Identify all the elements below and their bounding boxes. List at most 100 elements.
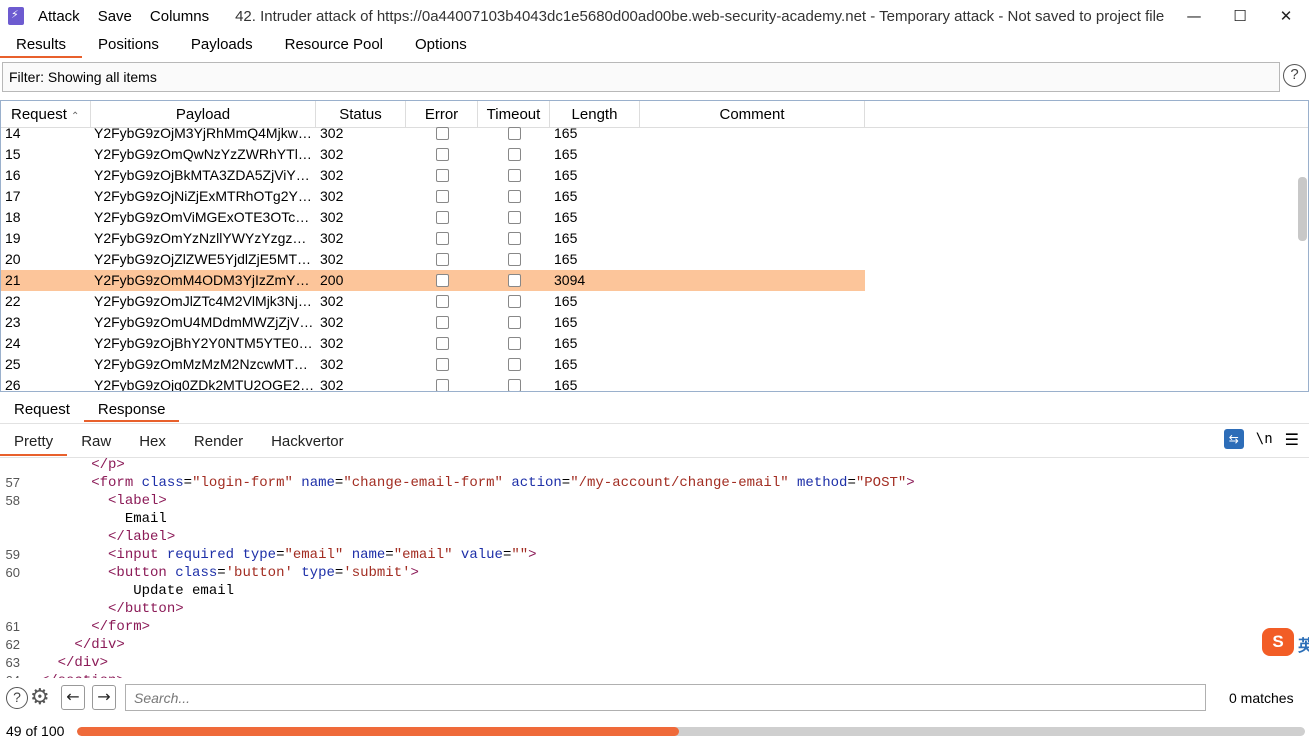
code-token-val: "" [511,547,529,563]
tab-positions[interactable]: Positions [82,36,175,58]
timeout-checkbox [507,190,521,203]
code-token-attr: type [242,547,277,563]
cell-error [406,291,478,312]
timeout-checkbox [507,295,521,308]
cell-length: 165 [554,209,578,225]
cell-timeout [478,186,550,207]
cell-length: 165 [554,230,578,246]
tab-options[interactable]: Options [399,36,483,58]
search-input[interactable] [125,684,1206,711]
word-wrap-icon[interactable]: ⇆ [1223,429,1244,449]
tab-hex[interactable]: Hex [125,433,180,456]
table-row[interactable]: 22 Y2FybG9zOmJlZTc4M2VlMjk3NjBiZGRh302 165 [1,291,865,312]
line-number: 59 [5,547,20,562]
sogou-ime-icon[interactable]: S [1262,628,1294,656]
code-line: 61 </form> [0,618,1309,636]
tab-pretty[interactable]: Pretty [0,433,68,456]
cell-status: 200 [320,272,344,288]
table-row[interactable]: 14 Y2FybG9zOjM3YjRhMmQ4MjkwZjZkMmI1302 165 [1,123,865,144]
code-token-val: 'button' [225,565,293,581]
viewer-tabs: Pretty Raw Hex Render Hackvertor [0,428,358,456]
table-row[interactable]: 19 Y2FybG9zOmYzNzllYWYzYzgzNGRkMWE4302 165 [1,228,865,249]
cell-timeout [478,291,550,312]
menu-columns[interactable]: Columns [150,8,209,25]
cell-status: 302 [320,146,344,162]
cell-request-number: 14 [5,125,21,141]
cell-error [406,123,478,144]
response-code-viewer[interactable]: </p> 57 <form class = "login-form" name = "ch… [0,456,1309,678]
table-row[interactable]: 15 Y2FybG9zOmQwNzYzZWRhYTlkYjM5ZjU2302 165 [1,144,865,165]
cell-status: 302 [320,251,344,267]
error-checkbox [435,127,449,140]
tab-render[interactable]: Render [180,433,257,456]
tab-request[interactable]: Request [0,401,84,422]
table-scrollbar-thumb[interactable] [1298,177,1307,241]
window-title: 42. Intruder attack of https://0a4400710… [235,7,1165,25]
hamburger-menu-icon[interactable]: ☰ [1285,430,1299,449]
help-icon[interactable]: ? [6,687,28,709]
cell-payload: Y2FybG9zOmJlZTc4M2VlMjk3NjBiZGRh [94,293,316,309]
tab-resource-pool[interactable]: Resource Pool [269,36,399,58]
menu-save[interactable]: Save [98,8,132,25]
tab-raw[interactable]: Raw [67,433,125,456]
cell-timeout [478,249,550,270]
code-token-attr: required [166,547,235,563]
error-checkbox [435,253,449,266]
menu-attack[interactable]: Attack [38,8,80,25]
table-row[interactable]: 26 Y2FybG9zOjg0ZDk2MTU2OGE2ZjkwMWMx 302 165 [1,375,865,391]
cell-error [406,228,478,249]
title-bar: Attack Save Columns 42. Intruder attack … [0,0,1309,32]
table-row[interactable]: 25 Y2FybG9zOmMzMzM2NzcwMTNhNzFlMmRk302 165 [1,354,865,375]
cell-status: 302 [320,188,344,204]
code-token-src [503,474,511,492]
code-token-attr: type [301,565,335,581]
search-bar: ? ⚙ ← → 0 matches [0,682,1309,714]
cell-timeout [478,375,550,391]
tab-response[interactable]: Response [83,401,180,422]
filter-help-icon[interactable]: ? [1283,64,1306,87]
table-row[interactable]: 21 Y2FybG9zOmM4ODM3YjIzZmYzZTk1ZDIy200 309… [1,270,865,291]
ime-language-label[interactable]: 英 [1298,632,1309,656]
previous-match-button[interactable]: ← [61,685,85,710]
code-token-val: "login-form" [192,475,293,491]
code-token-tag: </div> [57,655,109,671]
timeout-checkbox [507,211,521,224]
filter-bar[interactable]: Filter: Showing all items [2,62,1280,92]
table-row[interactable]: 23 Y2FybG9zOmU4MDdmMWZjZjVkNTU0YjAx302 165 [1,312,865,333]
table-row[interactable]: 17 Y2FybG9zOjNiZjExMTRhOTg2YzM4ZmI0302 165 [1,186,865,207]
table-row[interactable]: 20 Y2FybG9zOjZlZWE5YjdlZjE5MTk3ZWQ5302 165 [1,249,865,270]
cell-timeout [478,207,550,228]
cell-length: 165 [554,251,578,267]
code-line: 59 <input required type = "email" name = "em… [0,546,1309,564]
table-row[interactable]: 16 Y2FybG9zOjBkMTA3ZDA5ZjViYzE0NWI2302 165 [1,165,865,186]
cell-timeout [478,333,550,354]
tab-results[interactable]: Results [0,36,83,58]
minimize-button[interactable]: — [1171,0,1217,32]
maximize-button[interactable]: ☐ [1217,0,1263,32]
code-line: 60 <button class ='button' type ='submit' > [0,564,1309,582]
gear-icon[interactable]: ⚙ [30,685,50,710]
newline-toggle-icon[interactable]: \n [1256,431,1273,447]
table-row[interactable]: 24 Y2FybG9zOjBhY2Y0NTM5YTE0YTUwZTA3302 165 [1,333,865,354]
cell-timeout [478,165,550,186]
code-line: </button> [0,600,1309,618]
cell-length: 165 [554,146,578,162]
cell-comment [640,186,865,207]
line-number: 60 [5,565,20,580]
close-button[interactable]: ✕ [1263,0,1309,32]
tab-hackvertor[interactable]: Hackvertor [257,433,358,456]
error-checkbox [435,316,449,329]
line-number: 62 [5,637,20,652]
code-token-src: = [217,565,226,581]
cell-status: 302 [320,356,344,372]
line-number [0,600,24,618]
cell-comment [640,249,865,270]
results-table: Request ⌃ Payload Status Error Timeout L… [0,100,1309,392]
line-number: 57 [5,475,20,490]
next-match-button[interactable]: → [92,685,116,710]
table-row[interactable]: 18 Y2FybG9zOmViMGExOTE3OTc2ZTk0YzQ3302 165 [1,207,865,228]
cell-payload: Y2FybG9zOjBhY2Y0NTM5YTE0YTUwZTA3 [94,335,316,351]
cell-payload: Y2FybG9zOmM4ODM3YjIzZmYzZTk1ZDIy [94,272,316,288]
tab-payloads[interactable]: Payloads [175,36,269,58]
